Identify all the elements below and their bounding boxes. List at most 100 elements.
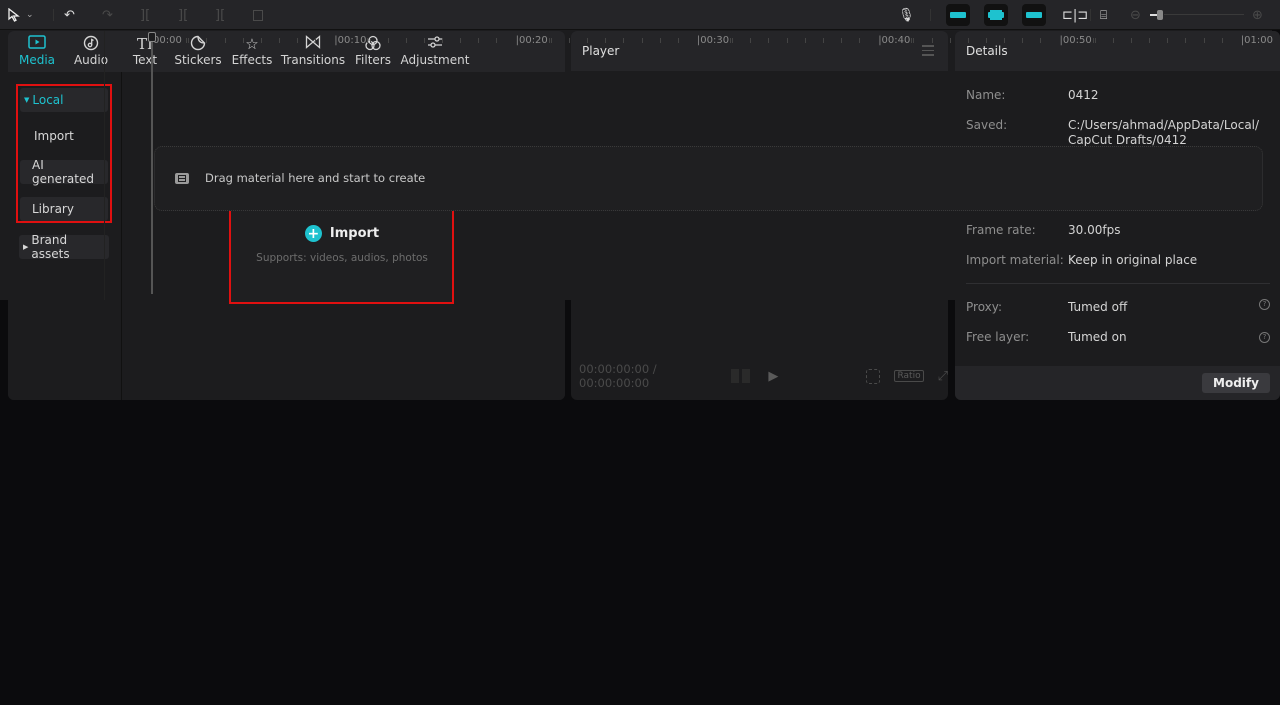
ruler-tick-label: |01:00: [1240, 35, 1273, 46]
linkage-button[interactable]: [1022, 4, 1046, 26]
ruler-minor-tick: [188, 38, 190, 43]
ruler-tick-label: |00:10: [334, 35, 367, 46]
media-panel: Media Audio TI Text Stickers ☆ Effects T…: [8, 31, 565, 400]
playhead-handle[interactable]: [148, 32, 156, 42]
ruler-minor-tick: [768, 38, 770, 43]
ruler-minor-tick: [641, 38, 643, 43]
player-controls: 00:00:00:00 / 00:00:00:00 ▶ Ratio ⤢: [571, 362, 948, 390]
ruler-minor-tick: [913, 38, 915, 43]
tab-label: Adjustment: [400, 53, 470, 67]
auto-snap-button[interactable]: [984, 4, 1008, 26]
ratio-button[interactable]: Ratio: [894, 370, 924, 382]
detail-value: C:/Users/ahmad/AppData/Local/ CapCut Dra…: [1068, 118, 1259, 148]
ruler-minor-tick: [786, 38, 788, 43]
play-icon[interactable]: ▶: [768, 369, 778, 384]
redo-icon: ↷: [102, 7, 113, 23]
zoom-out-button[interactable]: ⊖: [1130, 5, 1141, 25]
ruler-minor-tick: [206, 38, 208, 43]
delete-right-button[interactable]: ][: [215, 5, 225, 25]
redo-button[interactable]: ↷: [102, 5, 113, 25]
ruler-minor-tick: [224, 38, 226, 43]
ruler-minor-tick: [677, 38, 679, 43]
saved-path-line2: CapCut Drafts/0412: [1068, 133, 1187, 147]
modify-button[interactable]: Modify: [1202, 373, 1270, 393]
ruler-minor-tick: [550, 38, 552, 43]
main-track-magnet-button[interactable]: [946, 4, 970, 26]
sidebar-item-brand-assets[interactable]: ▶ Brand assets: [19, 233, 109, 261]
zoom-slider-thumb[interactable]: [1157, 10, 1163, 20]
tab-label: Audio: [73, 53, 109, 67]
ruler-minor-tick: [496, 38, 498, 43]
detail-value: 30.00fps: [1068, 223, 1121, 237]
undo-icon: ↶: [64, 7, 75, 23]
ruler-minor-tick: [859, 38, 861, 43]
help-icon[interactable]: ?: [1259, 332, 1270, 343]
detail-label: Free layer:: [966, 330, 1030, 344]
trim-left-icon: ][: [178, 7, 189, 23]
playhead[interactable]: [151, 32, 153, 294]
zoom-in-button[interactable]: ⊕: [1252, 5, 1263, 25]
detail-row-import-material: Import material: Keep in original place: [966, 253, 1197, 268]
detail-value: Tumed off: [1068, 300, 1128, 314]
divider: [930, 9, 931, 21]
ruler-tick-label: |00:50: [1059, 35, 1092, 46]
track-header-divider: [104, 31, 105, 300]
delete-left-button[interactable]: ][: [178, 5, 188, 25]
trim-right-icon: ][: [215, 7, 226, 23]
media-content: + Import Supports: videos, audios, photo…: [122, 72, 565, 400]
timeline-drop-zone[interactable]: Drag material here and start to create: [154, 146, 1263, 211]
detail-value: 0412: [1068, 88, 1099, 102]
detail-label: Frame rate:: [966, 223, 1036, 237]
undo-button[interactable]: ↶: [64, 5, 75, 25]
snap-icon: [988, 12, 1004, 18]
divider: [1090, 9, 1091, 21]
details-panel: Details Name: 0412 Saved: C:/Users/ahmad…: [955, 31, 1280, 400]
select-tool-button[interactable]: ⌄: [8, 5, 34, 25]
ruler-minor-tick: [460, 38, 462, 43]
ruler-minor-tick: [750, 38, 752, 43]
caret-right-icon: ▶: [23, 243, 29, 251]
ruler-minor-tick: [548, 38, 550, 43]
sidebar-label: Brand assets: [31, 233, 70, 261]
ruler-minor-tick: [369, 38, 371, 43]
ruler-minor-tick: [1131, 38, 1133, 43]
preview-axis-icon: ⊏|⊐: [1062, 7, 1089, 23]
delete-button[interactable]: [253, 5, 263, 25]
highlight-box: [16, 84, 112, 223]
tab-label: Text: [132, 53, 158, 67]
ruler-minor-tick: [242, 38, 244, 43]
ruler-minor-tick: [297, 38, 299, 43]
ruler-tick-label: |00:30: [696, 35, 730, 46]
detail-label: Import material:: [966, 253, 1064, 267]
ruler-minor-tick: [605, 38, 607, 43]
detail-row-saved: Saved: C:/Users/ahmad/AppData/Local/ Cap…: [966, 118, 1259, 148]
ruler-minor-tick: [367, 38, 369, 43]
ruler-tick-label: 00:00: [153, 35, 182, 46]
tab-label: Effects: [231, 53, 273, 67]
ruler-minor-tick: [423, 38, 425, 43]
tab-label: Stickers: [174, 53, 222, 67]
zoom-fit-icon[interactable]: [866, 368, 881, 384]
player-panel: Player 00:00:00:00 / 00:00:00:00 ▶ Ratio…: [571, 31, 948, 400]
ruler-minor-tick: [1040, 38, 1042, 43]
zoom-to-fit-button[interactable]: ⌸: [1100, 5, 1107, 25]
ruler-minor-tick: [949, 38, 951, 43]
detail-row-free-layer: Free layer: Tumed on: [966, 330, 1127, 345]
fullscreen-icon[interactable]: ⤢: [938, 369, 948, 384]
ruler-minor-tick: [804, 38, 806, 43]
split-button[interactable]: ][: [140, 5, 150, 25]
ruler-minor-tick: [1022, 38, 1024, 43]
ruler-minor-tick: [623, 38, 625, 43]
zoom-in-icon: ⊕: [1252, 7, 1263, 23]
preview-axis-button[interactable]: ⊏|⊐: [1062, 5, 1088, 25]
help-icon[interactable]: ?: [1259, 299, 1270, 310]
link-icon: [1026, 12, 1042, 18]
ruler-tick-label: |00:40: [878, 35, 911, 46]
frames-icon[interactable]: [730, 369, 751, 383]
ruler-minor-tick: [1149, 38, 1151, 43]
divider: [53, 9, 54, 21]
detail-row-frame-rate: Frame rate: 30.00fps: [966, 223, 1120, 238]
zoom-slider-track[interactable]: [1164, 14, 1244, 15]
timeline-ruler[interactable]: 00:00 |00:10 |00:20 |00:30 |00:40 |00:50 |01:0…: [0, 31, 1280, 53]
record-audio-button[interactable]: 🎙︎: [898, 5, 915, 25]
